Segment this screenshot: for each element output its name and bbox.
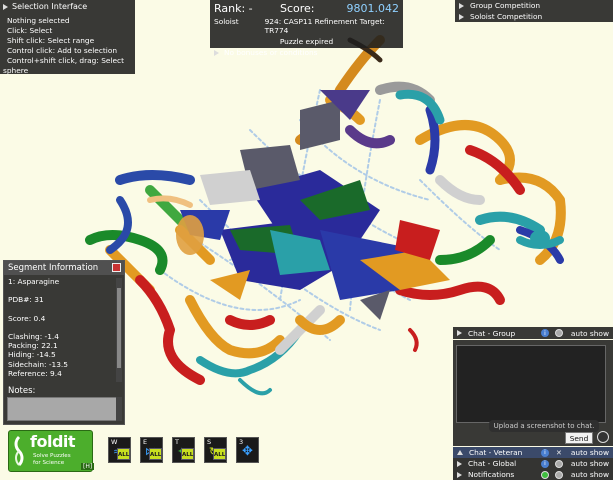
notifications-label: Notifications xyxy=(468,470,515,479)
scrollbar-thumb[interactable] xyxy=(117,288,121,368)
chat-group-tab[interactable]: Chat - Group i auto show xyxy=(453,327,613,339)
auto-show-label: auto show xyxy=(570,448,609,457)
chat-log[interactable] xyxy=(456,345,606,423)
info-icon[interactable]: i xyxy=(540,459,549,468)
auto-show-label: auto show xyxy=(570,328,609,338)
segment-info-titlebar[interactable]: Segment Information xyxy=(4,261,124,275)
score-value: 9801.042 xyxy=(346,2,400,15)
shake-all-button[interactable]: E ⋈ ALL xyxy=(140,437,163,463)
sidechain-value: Sidechain: -13.5 xyxy=(8,359,68,369)
bonuses-label: No bonuses or conditions xyxy=(224,48,318,57)
status-dot-icon xyxy=(540,470,549,479)
chat-veteran-tab[interactable]: Chat - Veteran i ✕ auto show xyxy=(453,447,613,458)
score-label: Score: xyxy=(280,2,315,15)
notes-field[interactable] xyxy=(7,397,119,421)
chat-global-label: Chat - Global xyxy=(468,459,517,468)
selection-help-line: Control+shift click, drag: Select xyxy=(7,56,125,65)
notes-scrollbar[interactable] xyxy=(116,397,122,421)
soloist-competition-item[interactable]: Soloist Competition xyxy=(459,11,609,22)
move-icon: ✥ xyxy=(242,444,253,459)
logo-tagline: Solve Puzzles for Science xyxy=(33,453,71,466)
bonuses-toggle[interactable]: No bonuses or conditions xyxy=(214,48,399,57)
logo-name: foldit xyxy=(30,432,76,451)
selection-help-line: Shift click: Select range xyxy=(7,36,95,45)
close-button[interactable] xyxy=(112,263,121,272)
selection-help-line: Click: Select xyxy=(7,26,53,35)
logo-tagline-line: Solve Puzzles xyxy=(33,453,71,459)
all-badge: ALL xyxy=(149,448,162,460)
reference-value: Reference: 9.4 xyxy=(8,369,62,379)
rebuild-all-button[interactable]: S ↻ ALL xyxy=(204,437,227,463)
soloist-competition-label: Soloist Competition xyxy=(470,12,543,21)
residue-name: 1: Asparagine xyxy=(8,277,60,286)
segment-information-panel: Segment Information 1: Asparagine PDB#: … xyxy=(3,260,125,425)
selection-help-line: Control click: Add to selection xyxy=(7,46,118,55)
chat-veteran-label: Chat - Veteran xyxy=(469,448,523,457)
expand-arrow-icon[interactable] xyxy=(457,460,462,467)
chat-group-label: Chat - Group xyxy=(468,328,516,338)
tweak-all-button[interactable]: T ✦ ALL xyxy=(172,437,195,463)
expand-arrow-icon[interactable] xyxy=(459,2,464,9)
group-competition-item[interactable]: Group Competition xyxy=(459,0,609,11)
info-icon[interactable]: i xyxy=(540,329,549,337)
hiding-value: Hiding: -14.5 xyxy=(8,350,56,360)
all-badge: ALL xyxy=(181,448,194,460)
puzzle-status: Puzzle expired xyxy=(279,37,334,46)
segment-info-body: 1: Asparagine PDB#: 31 Score: 0.4 Clashi… xyxy=(4,275,116,383)
segment-score: Score: 0.4 xyxy=(8,313,46,323)
foldit-logo[interactable]: foldit Solve Puzzles for Science [H] xyxy=(8,430,95,472)
group-competition-label: Group Competition xyxy=(470,1,541,10)
expand-arrow-icon[interactable] xyxy=(459,13,464,20)
auto-show-label: auto show xyxy=(570,459,609,468)
ribbon-icon xyxy=(14,435,24,467)
chat-area: Upload a screenshot to chat. Send xyxy=(453,340,613,446)
all-badge: ALL xyxy=(213,448,226,460)
selection-interface-header[interactable]: Selection Interface xyxy=(3,2,132,11)
segment-info-scrollbar[interactable] xyxy=(116,278,122,382)
wiggle-all-button[interactable]: W ≈ ALL xyxy=(108,437,131,463)
rank-label: Rank: - xyxy=(214,2,253,15)
selection-interface-panel: Selection Interface Nothing selected Cli… xyxy=(0,0,135,75)
logo-hotkey: [H] xyxy=(81,463,95,470)
puzzle-name: 924: CASP11 Refinement Target: TR774 xyxy=(264,17,385,35)
auto-show-toggle[interactable] xyxy=(554,329,563,337)
collapse-arrow-icon[interactable] xyxy=(457,450,463,455)
selection-help-line: Nothing selected xyxy=(7,16,70,25)
auto-show-toggle[interactable] xyxy=(554,470,563,479)
info-icon[interactable]: i xyxy=(540,448,549,457)
expand-arrow-icon[interactable] xyxy=(214,49,219,56)
upload-screenshot-tooltip: Upload a screenshot to chat. xyxy=(489,420,599,432)
clashing-value: Clashing: -1.4 xyxy=(8,331,59,341)
logo-tagline-line: for Science xyxy=(33,459,65,466)
notes-label: Notes: xyxy=(8,386,36,396)
selection-help-line: sphere xyxy=(3,66,29,75)
selection-interface-title: Selection Interface xyxy=(12,2,88,11)
expand-arrow-icon[interactable] xyxy=(457,471,462,478)
score-panel: Rank: - Score: 9801.042 Soloist 924: CAS… xyxy=(210,0,403,57)
auto-show-label: auto show xyxy=(570,470,609,479)
close-icon[interactable]: ✕ xyxy=(555,449,563,457)
auto-show-toggle[interactable] xyxy=(554,459,563,468)
expand-arrow-icon[interactable] xyxy=(3,3,8,10)
chat-global-tab[interactable]: Chat - Global i auto show xyxy=(453,458,613,469)
notifications-tab[interactable]: Notifications auto show xyxy=(453,469,613,480)
clock-icon[interactable] xyxy=(597,431,609,443)
move-button[interactable]: 3 ✥ xyxy=(236,437,259,463)
player-mode: Soloist xyxy=(214,17,239,26)
competition-panel: Group Competition Soloist Competition xyxy=(455,0,613,22)
segment-info-title: Segment Information xyxy=(8,263,99,273)
packing-value: Packing: 22.1 xyxy=(8,341,58,351)
all-badge: ALL xyxy=(117,448,130,460)
send-button[interactable]: Send xyxy=(565,432,593,444)
expand-arrow-icon[interactable] xyxy=(457,330,462,336)
pdb-number: PDB#: 31 xyxy=(8,295,44,305)
